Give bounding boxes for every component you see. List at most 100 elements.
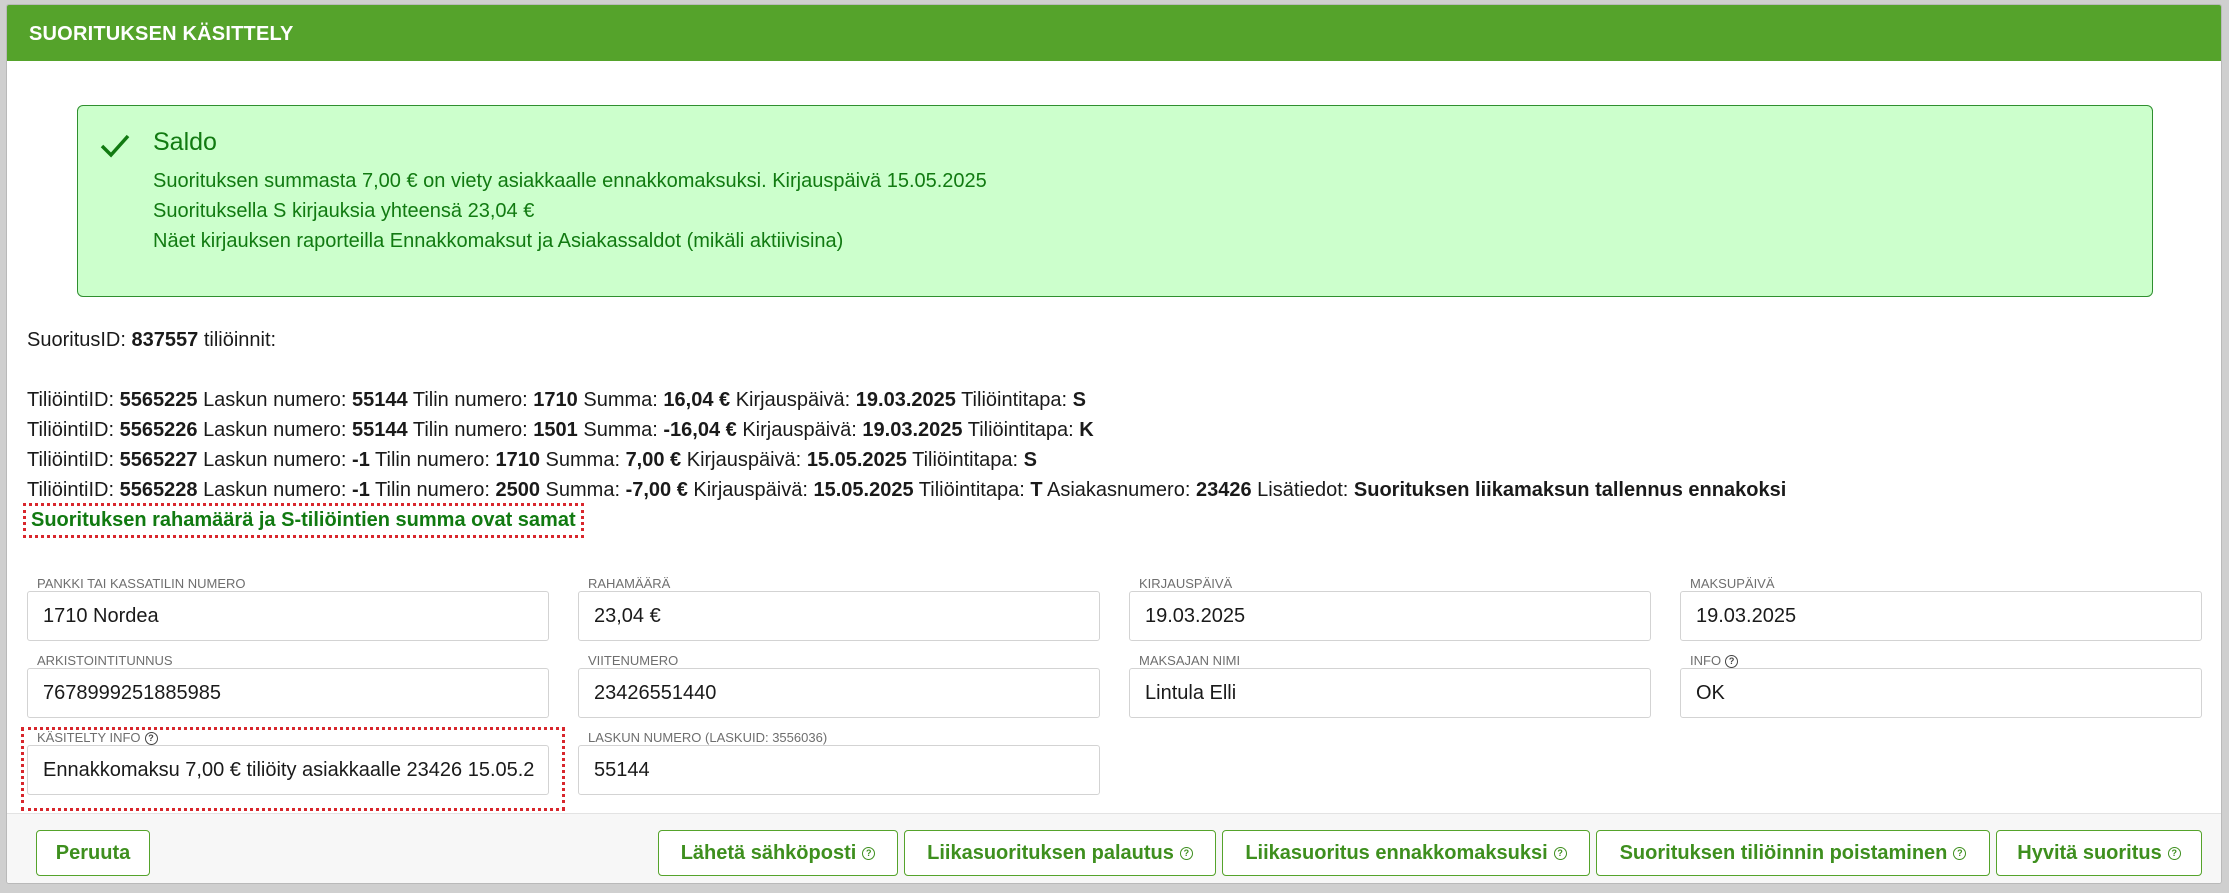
- payment-date-field-label: MAKSUPÄIVÄ: [1688, 576, 1777, 591]
- posting-row: TiliöintiID: 5565225 Laskun numero: 5514…: [27, 389, 1086, 412]
- invoice-number-value[interactable]: 55144: [594, 759, 650, 782]
- invoice-no-label: Laskun numero:: [203, 479, 347, 501]
- reference-number-value[interactable]: 23426551440: [594, 682, 716, 705]
- payer-name-field[interactable]: MAKSAJAN NIMI Lintula Elli: [1129, 653, 1651, 718]
- send-email-button[interactable]: Lähetä sähköposti?: [658, 830, 898, 876]
- account-no-label: Tilin numero:: [412, 389, 528, 411]
- alert-heading: Saldo: [153, 128, 217, 156]
- bank-account-label: PANKKI TAI KASSATILIN NUMERO: [35, 576, 248, 591]
- amount-field-value[interactable]: 23,04 €: [594, 605, 661, 628]
- booking-date-label: Kirjauspäivä:: [693, 479, 808, 501]
- success-alert: Saldo Suorituksen summasta 7,00 € on vie…: [77, 105, 2153, 297]
- payer-name-value[interactable]: Lintula Elli: [1145, 682, 1236, 705]
- posting-id: 5565226: [119, 419, 198, 441]
- account-no-label: Tilin numero:: [375, 479, 490, 501]
- booking-date: 15.05.2025: [806, 449, 907, 471]
- method: S: [1023, 449, 1038, 471]
- invoice-number-label: LASKUN NUMERO (LASKUID: 3556036): [586, 730, 830, 745]
- archive-id-value[interactable]: 7678999251885985: [43, 682, 221, 705]
- suoritus-id-suffix: tiliöinnit:: [203, 329, 277, 351]
- handled-info-value[interactable]: Ennakkomaksu 7,00 € tiliöity asiakkaalle…: [43, 759, 543, 782]
- invoice-no-label: Laskun numero:: [203, 389, 347, 411]
- account-no: 1710: [533, 389, 578, 411]
- amount: -7,00 €: [625, 479, 688, 501]
- invoice-no: 55144: [352, 419, 408, 441]
- suoritus-id-line: SuoritusID: 837557 tiliöinnit:: [27, 329, 276, 352]
- customer-no-label: Asiakasnumero:: [1047, 479, 1191, 501]
- booking-date-label: Kirjauspäivä:: [735, 389, 851, 411]
- extra-info-label: Lisätiedot:: [1257, 479, 1349, 501]
- reference-number-field[interactable]: VIITENUMERO 23426551440: [578, 653, 1100, 718]
- invoice-no: -1: [352, 479, 370, 501]
- posting-id-label: TiliöintiID:: [27, 479, 115, 501]
- booking-date: 15.05.2025: [813, 479, 914, 501]
- help-icon[interactable]: ?: [144, 732, 158, 746]
- amount-field[interactable]: RAHAMÄÄRÄ 23,04 €: [578, 576, 1100, 641]
- invoice-no: 55144: [352, 389, 408, 411]
- refund-overpayment-button[interactable]: Liikasuorituksen palautus?: [904, 830, 1216, 876]
- posting-row: TiliöintiID: 5565227 Laskun numero: -1 T…: [27, 449, 1037, 472]
- extra-info: Suorituksen liikamaksun tallennus ennako…: [1353, 479, 1787, 501]
- bank-account-value[interactable]: 1710 Nordea: [43, 605, 159, 628]
- screen: SUORITUKSEN KÄSITTELY Saldo Suorituksen …: [0, 0, 2229, 893]
- help-icon: ?: [862, 846, 876, 860]
- account-no-label: Tilin numero:: [375, 449, 490, 471]
- reference-number-label: VIITENUMERO: [586, 653, 681, 668]
- amount-label: Summa:: [545, 479, 620, 501]
- dialog-header: SUORITUKSEN KÄSITTELY: [7, 5, 2221, 61]
- sum-check-message: Suorituksen rahamäärä ja S-tiliöintien s…: [23, 503, 584, 538]
- payment-handling-dialog: SUORITUKSEN KÄSITTELY Saldo Suorituksen …: [6, 4, 2222, 884]
- method: S: [1072, 389, 1086, 411]
- account-no: 1710: [495, 449, 540, 471]
- overpayment-to-prepayment-button[interactable]: Liikasuoritus ennakkomaksuksi?: [1222, 830, 1590, 876]
- posting-id: 5565227: [119, 449, 198, 471]
- help-icon: ?: [2167, 846, 2181, 860]
- method: K: [1079, 419, 1094, 441]
- cancel-button[interactable]: Peruuta: [36, 830, 150, 876]
- invoice-no-label: Laskun numero:: [203, 419, 347, 441]
- booking-date: 19.03.2025: [862, 419, 963, 441]
- method-label: Tiliöintitapa:: [967, 419, 1074, 441]
- bank-account-field[interactable]: PANKKI TAI KASSATILIN NUMERO 1710 Nordea: [27, 576, 549, 641]
- remove-posting-button[interactable]: Suorituksen tiliöinnin poistaminen?: [1596, 830, 1990, 876]
- help-icon[interactable]: ?: [1725, 655, 1739, 669]
- posting-id-label: TiliöintiID:: [27, 419, 115, 441]
- posting-id-label: TiliöintiID:: [27, 449, 115, 471]
- payment-date-field-value[interactable]: 19.03.2025: [1696, 605, 1796, 628]
- invoice-no-label: Laskun numero:: [203, 449, 347, 471]
- customer-no: 23426: [1195, 479, 1252, 501]
- dialog-footer: Peruuta Lähetä sähköposti? Liikasuorituk…: [7, 813, 2221, 883]
- archive-id-label: ARKISTOINTITUNNUS: [35, 653, 175, 668]
- handled-info-label: KÄSITELTY INFO?: [35, 730, 160, 746]
- checkmark-icon: [100, 134, 130, 158]
- handled-info-field[interactable]: KÄSITELTY INFO? Ennakkomaksu 7,00 € tili…: [27, 730, 549, 795]
- booking-date-field-label: KIRJAUSPÄIVÄ: [1137, 576, 1235, 591]
- amount-label: Summa:: [545, 449, 620, 471]
- amount-label: Summa:: [583, 389, 658, 411]
- alert-line: Suorituksen summasta 7,00 € on viety asi…: [153, 170, 987, 192]
- info-label: INFO?: [1688, 653, 1741, 669]
- invoice-number-field[interactable]: LASKUN NUMERO (LASKUID: 3556036) 55144: [578, 730, 1100, 795]
- posting-row: TiliöintiID: 5565226 Laskun numero: 5514…: [27, 419, 1094, 442]
- method-label: Tiliöintitapa:: [912, 449, 1019, 471]
- posting-id: 5565225: [119, 389, 198, 411]
- suoritus-id-value: 837557: [131, 329, 199, 351]
- dialog-title: SUORITUKSEN KÄSITTELY: [29, 23, 294, 45]
- payment-date-field[interactable]: MAKSUPÄIVÄ 19.03.2025: [1680, 576, 2202, 641]
- account-no: 2500: [495, 479, 540, 501]
- alert-line: Suorituksella S kirjauksia yhteensä 23,0…: [153, 200, 535, 222]
- archive-id-field[interactable]: ARKISTOINTITUNNUS 7678999251885985: [27, 653, 549, 718]
- info-value[interactable]: OK: [1696, 682, 1725, 705]
- credit-payment-button[interactable]: Hyvitä suoritus?: [1996, 830, 2202, 876]
- account-no-label: Tilin numero:: [412, 419, 528, 441]
- account-no: 1501: [533, 419, 578, 441]
- posting-id: 5565228: [119, 479, 198, 501]
- booking-date-field[interactable]: KIRJAUSPÄIVÄ 19.03.2025: [1129, 576, 1651, 641]
- booking-date-label: Kirjauspäivä:: [686, 449, 802, 471]
- info-field[interactable]: INFO? OK: [1680, 653, 2202, 718]
- payer-name-label: MAKSAJAN NIMI: [1137, 653, 1243, 668]
- amount-field-label: RAHAMÄÄRÄ: [586, 576, 673, 591]
- booking-date: 19.03.2025: [855, 389, 956, 411]
- method-label: Tiliöintitapa:: [918, 479, 1025, 501]
- booking-date-field-value[interactable]: 19.03.2025: [1145, 605, 1245, 628]
